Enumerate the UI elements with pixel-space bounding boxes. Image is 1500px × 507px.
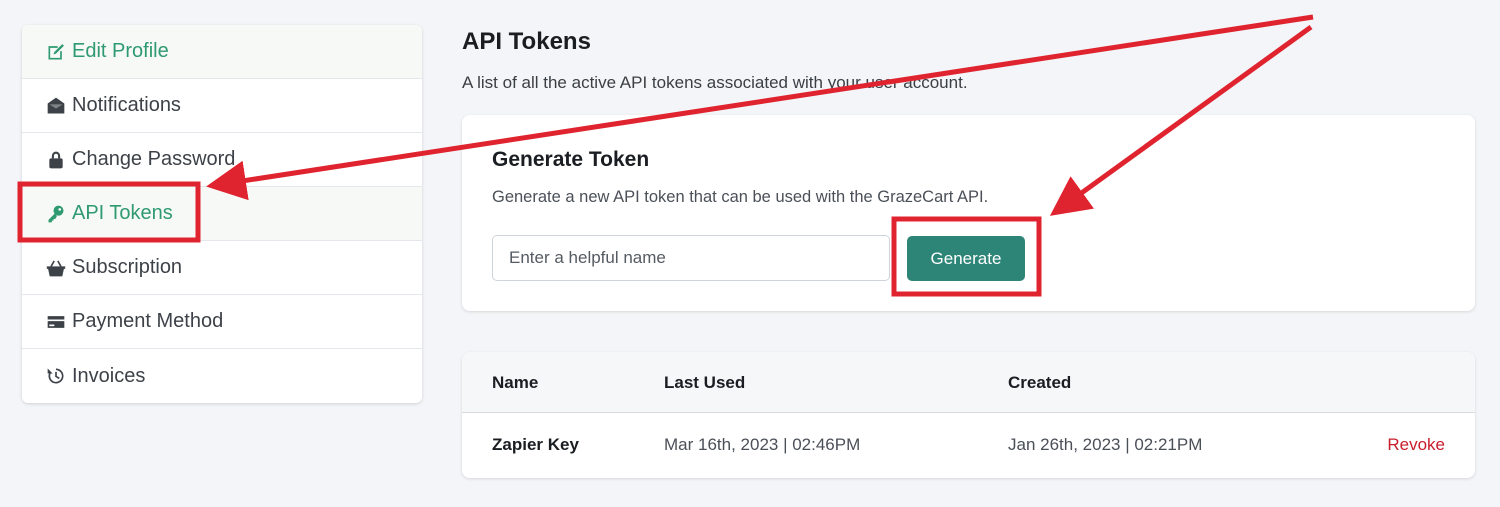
sidebar-item-label: Invoices	[72, 364, 146, 387]
column-header-name: Name	[492, 373, 539, 392]
table-header: Name Last Used Created	[462, 352, 1475, 413]
tokens-table: Name Last Used Created Zapier Key Mar 16…	[462, 352, 1475, 478]
sidebar-item-notifications[interactable]: Notifications	[22, 79, 422, 133]
page-description: A list of all the active API tokens asso…	[462, 73, 968, 92]
sidebar-item-edit-profile[interactable]: Edit Profile	[22, 25, 422, 79]
revoke-link[interactable]: Revoke	[1387, 435, 1445, 455]
sidebar-item-label: Subscription	[72, 256, 183, 278]
generate-token-description: Generate a new API token that can be use…	[492, 188, 989, 206]
generate-button[interactable]: Generate	[907, 236, 1025, 281]
column-header-created: Created	[1008, 373, 1072, 392]
sidebar-item-invoices[interactable]: Invoices	[22, 349, 422, 403]
sidebar-item-label: Payment Method	[72, 310, 224, 332]
table-row: Zapier Key Mar 16th, 2023 | 02:46PM Jan …	[462, 413, 1475, 478]
settings-sidebar: Edit Profile Notifications Change Passwo…	[22, 25, 422, 403]
token-last-used: Mar 16th, 2023 | 02:46PM	[664, 435, 861, 454]
sidebar-item-label: API Tokens	[72, 202, 173, 224]
credit-card-icon	[45, 311, 67, 333]
sidebar-item-change-password[interactable]: Change Password	[22, 133, 422, 187]
sidebar-item-label: Notifications	[72, 94, 181, 116]
page-title: API Tokens	[462, 28, 591, 55]
column-header-last-used: Last Used	[664, 373, 746, 392]
history-icon	[45, 365, 67, 387]
lock-icon	[45, 149, 67, 171]
generate-token-card: Generate Token Generate a new API token …	[462, 115, 1475, 311]
sidebar-item-label: Change Password	[72, 148, 236, 170]
sidebar-item-label: Edit Profile	[72, 40, 169, 62]
envelope-icon	[45, 95, 67, 117]
key-icon	[45, 203, 67, 225]
token-name-input[interactable]	[492, 235, 890, 281]
sidebar-item-payment-method[interactable]: Payment Method	[22, 295, 422, 349]
token-created: Jan 26th, 2023 | 02:21PM	[1008, 435, 1203, 454]
basket-icon	[45, 257, 67, 279]
generate-token-title: Generate Token	[492, 148, 650, 171]
sidebar-item-api-tokens[interactable]: API Tokens	[22, 187, 422, 241]
edit-icon	[45, 41, 67, 63]
token-name: Zapier Key	[492, 435, 579, 454]
sidebar-item-subscription[interactable]: Subscription	[22, 241, 422, 295]
